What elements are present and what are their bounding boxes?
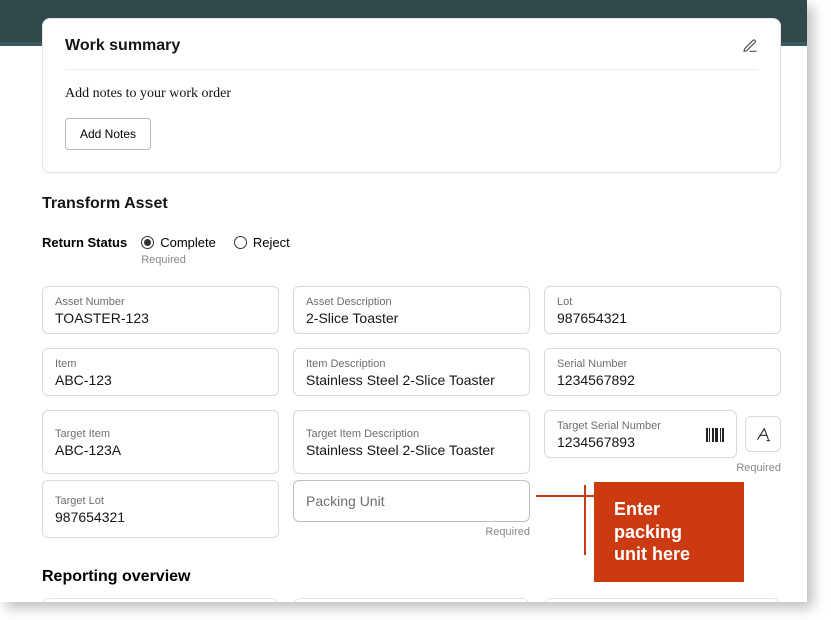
materials-card[interactable]: Completed Materials	[293, 598, 530, 602]
asset-description-field[interactable]: Asset Description 2-Slice Toaster	[293, 286, 530, 334]
edit-icon[interactable]	[742, 38, 758, 54]
asset-number-label: Asset Number	[55, 296, 266, 309]
callout-line1: Enter packing	[614, 499, 682, 542]
text-scan-button[interactable]	[745, 416, 781, 452]
transform-asset-title: Transform Asset	[42, 195, 781, 213]
return-status-required: Required	[141, 254, 290, 266]
lot-field[interactable]: Lot 987654321	[544, 286, 781, 334]
return-status-label: Return Status	[42, 235, 127, 250]
asset-number-field[interactable]: Asset Number TOASTER-123	[42, 286, 279, 334]
target-serial-number-label: Target Serial Number	[557, 420, 661, 433]
target-serial-number-field[interactable]: Target Serial Number 1234567893	[544, 410, 737, 458]
asset-description-label: Asset Description	[306, 296, 517, 309]
target-lot-value: 987654321	[55, 509, 266, 525]
target-serial-required: Required	[544, 462, 781, 474]
radio-reject[interactable]: Reject	[234, 235, 290, 250]
serial-number-label: Serial Number	[557, 358, 768, 371]
target-lot-label: Target Lot	[55, 495, 266, 508]
radio-complete[interactable]: Complete	[141, 235, 216, 250]
barcode-icon[interactable]	[706, 428, 725, 442]
callout-box: Enter packing unit here	[594, 482, 744, 582]
callout-connector-vline	[584, 485, 586, 555]
item-value: ABC-123	[55, 372, 266, 388]
work-summary-subtext: Add notes to your work order	[65, 86, 758, 102]
radio-complete-label: Complete	[160, 235, 216, 250]
lot-label: Lot	[557, 296, 768, 309]
item-label: Item	[55, 358, 266, 371]
item-description-value: Stainless Steel 2-Slice Toaster	[306, 372, 517, 388]
callout-line2: unit here	[614, 544, 690, 564]
asset-description-value: 2-Slice Toaster	[306, 310, 517, 326]
target-item-field[interactable]: Target Item ABC-123A	[42, 410, 279, 474]
target-lot-field[interactable]: Target Lot 987654321	[42, 480, 279, 538]
lot-value: 987654321	[557, 310, 768, 326]
packing-unit-required: Required	[293, 526, 530, 538]
radio-unselected-icon	[234, 236, 247, 249]
packing-unit-input[interactable]: Packing Unit	[293, 480, 530, 522]
target-item-description-label: Target Item Description	[306, 428, 517, 441]
target-item-label: Target Item	[55, 428, 266, 441]
item-field[interactable]: Item ABC-123	[42, 348, 279, 396]
target-item-description-field[interactable]: Target Item Description Stainless Steel …	[293, 410, 530, 474]
target-serial-number-value: 1234567893	[557, 434, 661, 450]
target-item-description-value: Stainless Steel 2-Slice Toaster	[306, 442, 517, 458]
radio-reject-label: Reject	[253, 235, 290, 250]
resources-card[interactable]: Completed Resources	[544, 598, 781, 602]
item-description-label: Item Description	[306, 358, 517, 371]
item-description-field[interactable]: Item Description Stainless Steel 2-Slice…	[293, 348, 530, 396]
text-scan-icon	[755, 426, 771, 442]
add-notes-button[interactable]: Add Notes	[65, 118, 151, 150]
serial-number-value: 1234567892	[557, 372, 768, 388]
work-summary-card: Work summary Add notes to your work orde…	[42, 18, 781, 173]
radio-selected-icon	[141, 236, 154, 249]
asset-number-value: TOASTER-123	[55, 310, 266, 326]
work-summary-title: Work summary	[65, 37, 180, 55]
operations-card[interactable]: Completed Operations	[42, 598, 279, 602]
target-item-value: ABC-123A	[55, 442, 266, 458]
serial-number-field[interactable]: Serial Number 1234567892	[544, 348, 781, 396]
